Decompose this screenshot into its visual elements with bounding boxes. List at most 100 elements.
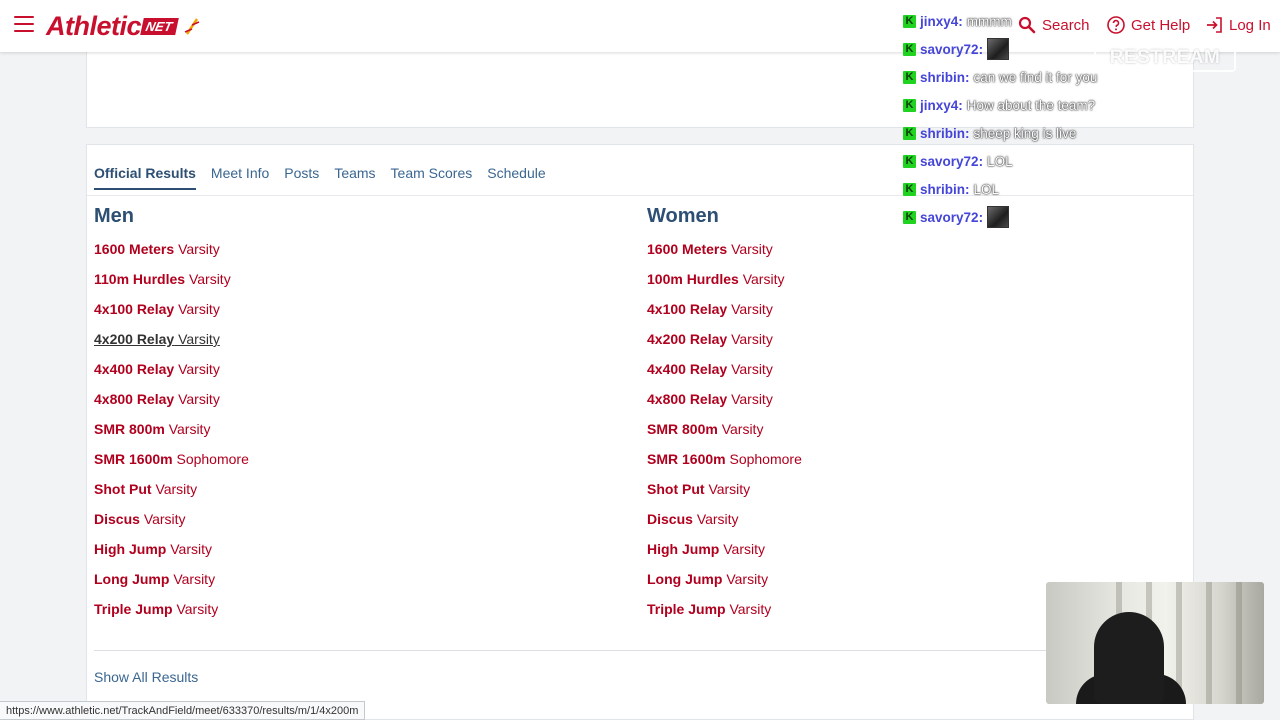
event-name: 4x800 Relay: [94, 391, 175, 407]
women-event-link[interactable]: SMR 800m Varsity: [647, 420, 802, 450]
men-event-link[interactable]: 1600 Meters Varsity: [94, 240, 249, 270]
event-name: Shot Put: [94, 481, 152, 497]
chat-username: savory72: [920, 153, 979, 169]
event-division: Varsity: [721, 421, 764, 437]
event-name: Discus: [647, 511, 693, 527]
men-heading: Men: [94, 205, 134, 227]
women-event-link[interactable]: SMR 1600m Sophomore: [647, 450, 802, 480]
women-event-list: 1600 Meters Varsity 100m Hurdles Varsity 4…: [647, 240, 802, 630]
logo-wordmark: Athletic: [46, 10, 142, 41]
event-division: Varsity: [696, 511, 739, 527]
men-event-link[interactable]: SMR 800m Varsity: [94, 420, 249, 450]
men-event-link[interactable]: 4x400 Relay Varsity: [94, 360, 249, 390]
show-all-results-link[interactable]: Show All Results: [94, 669, 198, 685]
women-event-link[interactable]: 1600 Meters Varsity: [647, 240, 802, 270]
event-division: Varsity: [742, 271, 785, 287]
women-event-link[interactable]: 4x100 Relay Varsity: [647, 300, 802, 330]
restream-watermark: RESTREAM: [1094, 44, 1236, 72]
women-event-link[interactable]: 4x400 Relay Varsity: [647, 360, 802, 390]
chat-username: shribin: [920, 69, 966, 85]
kick-platform-icon: K: [903, 154, 916, 168]
men-event-link[interactable]: Discus Varsity: [94, 510, 249, 540]
men-event-link[interactable]: 4x800 Relay Varsity: [94, 390, 249, 420]
event-division: Varsity: [726, 571, 769, 587]
women-event-link[interactable]: 4x800 Relay Varsity: [647, 390, 802, 420]
chat-text: mmmm: [966, 13, 1012, 29]
women-event-link[interactable]: 100m Hurdles Varsity: [647, 270, 802, 300]
men-event-link[interactable]: Triple Jump Varsity: [94, 600, 249, 630]
tab-teams[interactable]: Teams: [334, 165, 375, 190]
event-division: Sophomore: [176, 451, 249, 467]
athletic-net-logo[interactable]: Athletic NET: [46, 10, 201, 41]
women-event-link[interactable]: High Jump Varsity: [647, 540, 802, 570]
men-event-link[interactable]: High Jump Varsity: [94, 540, 249, 570]
tab-schedule[interactable]: Schedule: [487, 165, 545, 190]
event-name: Triple Jump: [647, 601, 726, 617]
event-division: Varsity: [708, 481, 751, 497]
chat-message: Kshribin: LOL: [903, 175, 1143, 203]
stream-chat-overlay: Kjinxy4: mmmm Ksavory72: Kshribin: can we fi…: [903, 7, 1143, 231]
hamburger-menu-icon[interactable]: [14, 16, 34, 34]
men-event-link[interactable]: 4x100 Relay Varsity: [94, 300, 249, 330]
event-name: High Jump: [647, 541, 720, 557]
chat-username: savory72: [920, 209, 979, 225]
chat-message: Ksavory72: LOL: [903, 147, 1143, 175]
tab-meet-info[interactable]: Meet Info: [211, 165, 269, 190]
event-name: SMR 1600m: [647, 451, 726, 467]
event-name: SMR 800m: [647, 421, 718, 437]
event-division: Varsity: [173, 571, 216, 587]
event-name: Triple Jump: [94, 601, 173, 617]
chat-text: LOL: [973, 181, 1000, 197]
event-division: Varsity: [188, 271, 231, 287]
event-name: Long Jump: [94, 571, 170, 587]
kick-platform-icon: K: [903, 14, 916, 28]
chat-emote-icon: [987, 206, 1010, 228]
logo-bolt-icon: [184, 18, 200, 35]
chat-text: sheep king is live: [973, 125, 1077, 141]
chat-username: shribin: [920, 125, 966, 141]
chat-text: How about the team?: [966, 97, 1096, 113]
women-event-link[interactable]: Discus Varsity: [647, 510, 802, 540]
results-divider: [94, 650, 1134, 651]
event-name: 4x100 Relay: [647, 301, 728, 317]
women-event-link[interactable]: Shot Put Varsity: [647, 480, 802, 510]
men-event-link[interactable]: 110m Hurdles Varsity: [94, 270, 249, 300]
kick-platform-icon: K: [903, 98, 916, 112]
event-division: Varsity: [143, 511, 186, 527]
event-name: 4x800 Relay: [647, 391, 728, 407]
tab-official-results[interactable]: Official Results: [94, 165, 196, 190]
event-division: Varsity: [155, 481, 198, 497]
tab-posts[interactable]: Posts: [284, 165, 319, 190]
men-event-link[interactable]: Long Jump Varsity: [94, 570, 249, 600]
sign-in-icon: [1207, 17, 1222, 33]
event-division: Varsity: [178, 241, 220, 257]
event-division: Varsity: [723, 541, 765, 557]
men-results-column: Men 1600 Meters Varsity 110m Hurdles Vars…: [94, 205, 249, 630]
men-event-list: 1600 Meters Varsity 110m Hurdles Varsity 4…: [94, 240, 249, 630]
event-division: Varsity: [731, 241, 773, 257]
tab-team-scores[interactable]: Team Scores: [391, 165, 473, 190]
women-heading: Women: [647, 205, 719, 227]
chat-message: Kjinxy4: How about the team?: [903, 91, 1143, 119]
log-in-label: Log In: [1229, 16, 1271, 34]
kick-platform-icon: K: [903, 126, 916, 140]
men-event-link[interactable]: Shot Put Varsity: [94, 480, 249, 510]
event-name: 4x400 Relay: [94, 361, 175, 377]
women-results-column: Women 1600 Meters Varsity 100m Hurdles Va…: [647, 205, 802, 630]
chat-message: Ksavory72:: [903, 203, 1143, 231]
event-division: Varsity: [729, 601, 772, 617]
event-division: Varsity: [178, 361, 220, 377]
event-name: 4x400 Relay: [647, 361, 728, 377]
event-name: 4x100 Relay: [94, 301, 175, 317]
kick-platform-icon: K: [903, 210, 916, 224]
kick-platform-icon: K: [903, 182, 916, 196]
webcam-overlay: [1046, 582, 1264, 704]
women-event-link[interactable]: 4x200 Relay Varsity: [647, 330, 802, 360]
log-in-button[interactable]: Log In: [1205, 16, 1271, 34]
women-event-link[interactable]: Triple Jump Varsity: [647, 600, 802, 630]
women-event-link[interactable]: Long Jump Varsity: [647, 570, 802, 600]
men-event-link[interactable]: SMR 1600m Sophomore: [94, 450, 249, 480]
event-division: Varsity: [176, 601, 219, 617]
event-name: SMR 1600m: [94, 451, 173, 467]
men-event-link[interactable]: 4x200 Relay Varsity: [94, 330, 249, 360]
